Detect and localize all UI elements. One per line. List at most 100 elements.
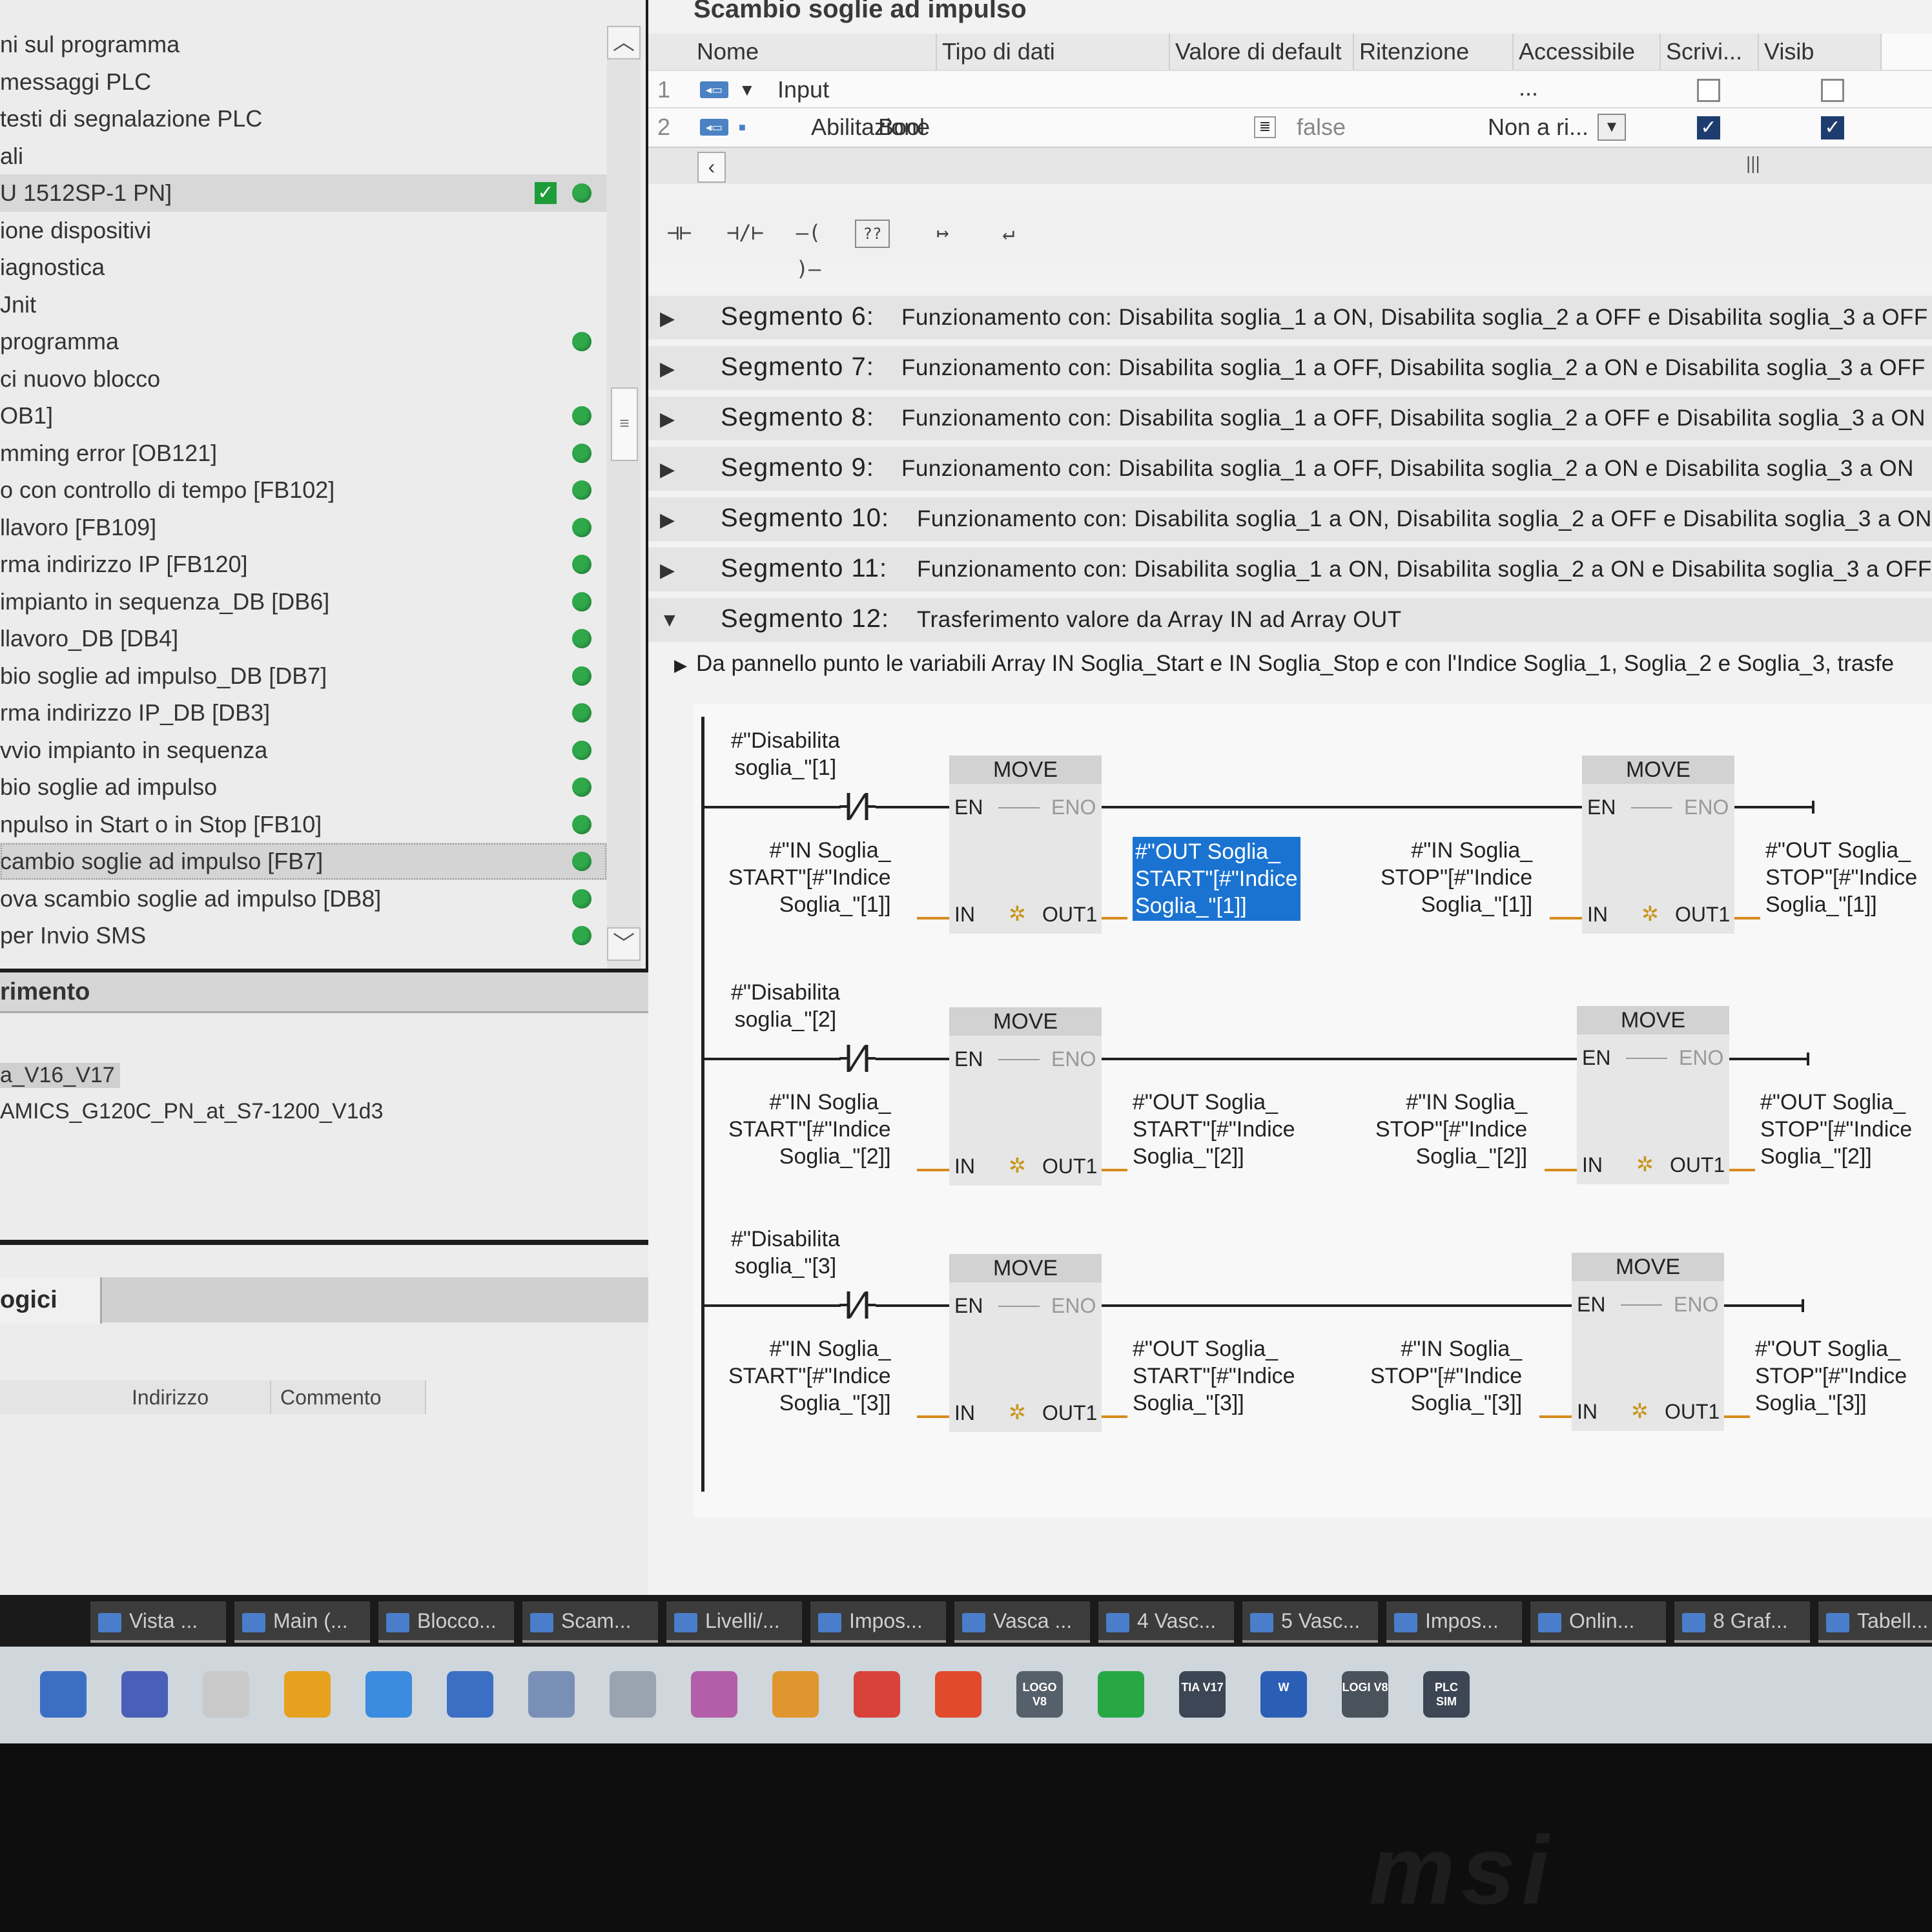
scroll-down-arrow-icon[interactable]: ﹀ <box>607 927 641 961</box>
dropdown-arrow-icon[interactable]: ▼ <box>1598 114 1626 141</box>
interface-horizontal-scrollbar[interactable]: ‹ ||| <box>648 147 1932 184</box>
normally-closed-contact-icon[interactable] <box>839 1289 876 1321</box>
parameter-retention[interactable]: Non a ri... <box>1488 108 1588 146</box>
tree-item[interactable]: messaggi PLC <box>0 63 607 101</box>
out-operand-selected[interactable]: #"OUT Soglia_ START"[#"Indice Soglia_"[1… <box>1133 837 1300 921</box>
out-operand[interactable]: #"OUT Soglia_ STOP"[#"Indice Soglia_"[2]… <box>1760 1089 1912 1170</box>
tree-item[interactable]: rma indirizzo IP [FB120] <box>0 546 607 583</box>
column-header[interactable]: Accessibile ... <box>1514 34 1661 101</box>
segment-header[interactable]: ▶ Segmento 9: Funzionamento con: Disabilit… <box>648 447 1932 497</box>
tree-item[interactable]: o con controllo di tempo [FB102] <box>0 471 607 509</box>
expand-arrow-icon[interactable]: ▶ <box>660 408 675 431</box>
logo-v8-icon[interactable]: LOGO V8 <box>1016 1671 1063 1718</box>
column-header-name[interactable] <box>0 1381 124 1414</box>
in-operand[interactable]: #"IN Soglia_ START"[#"Indice Soglia_"[1]… <box>728 837 891 918</box>
taskbar-item[interactable]: 5 Vasc... <box>1242 1601 1378 1643</box>
logo-v8b-icon[interactable]: LOGI V8 <box>1342 1671 1388 1718</box>
open-branch-icon[interactable]: ↦ <box>918 214 967 251</box>
parameter-name[interactable]: Input <box>777 71 829 108</box>
tree-item[interactable]: llavoro [FB109] <box>0 509 607 546</box>
tree-item[interactable]: OB1] <box>0 397 607 435</box>
out-operand[interactable]: #"OUT Soglia_ START"[#"Indice Soglia_"[3… <box>1133 1335 1295 1417</box>
tree-item[interactable]: bio soglie ad impulso <box>0 768 607 806</box>
scroll-left-arrow-icon[interactable]: ‹ <box>697 152 726 183</box>
segment-header[interactable]: ▶ Segmento 8: Funzionamento con: Disabilit… <box>648 396 1932 447</box>
contact-operand[interactable]: #"Disabilita soglia_"[1] <box>731 727 840 781</box>
tree-item[interactable]: Jnit <box>0 286 607 324</box>
normally-open-contact-icon[interactable]: ⊣⊢ <box>655 214 704 251</box>
tree-item[interactable]: bio soglie ad impulso_DB [DB7] <box>0 657 607 695</box>
segment-title[interactable]: Funzionamento con: Disabilita soglia_1 a… <box>901 456 1914 482</box>
tree-scrollbar[interactable]: ︿ ≡ ﹀ <box>607 26 641 969</box>
in-operand[interactable]: #"IN Soglia_ STOP"[#"Indice Soglia_"[2]] <box>1375 1089 1527 1170</box>
tree-item[interactable]: cambio soglie ad impulso [FB7] <box>0 843 607 880</box>
taskbar-item[interactable]: Impos... <box>810 1601 946 1643</box>
taskbar-item[interactable]: 4 Vasc... <box>1098 1601 1234 1643</box>
segment-title[interactable]: Funzionamento con: Disabilita soglia_1 a… <box>901 406 1926 431</box>
tool-icon[interactable] <box>772 1671 819 1718</box>
writable-checkbox[interactable] <box>1821 79 1844 102</box>
tree-item[interactable]: programma <box>0 323 607 360</box>
taskbar-item[interactable]: Tabell... <box>1818 1601 1932 1643</box>
tree-item[interactable]: ione dispositivi <box>0 212 607 249</box>
normally-closed-contact-icon[interactable]: ⊣/⊢ <box>721 214 770 251</box>
in-operand[interactable]: #"IN Soglia_ START"[#"Indice Soglia_"[2]… <box>728 1089 891 1170</box>
expand-arrow-icon[interactable]: ▶ <box>674 655 687 675</box>
tree-item[interactable]: vvio impianto in sequenza <box>0 732 607 769</box>
accessible-checkbox[interactable]: ✓ <box>1697 116 1720 139</box>
move-block[interactable]: MOVE EN ENO IN ✲ OUT1 <box>949 755 1102 934</box>
tree-item[interactable]: rma indirizzo IP_DB [DB3] <box>0 694 607 732</box>
chart-icon[interactable] <box>203 1671 249 1718</box>
taskbar-item[interactable]: Main (... <box>234 1601 370 1643</box>
tree-item[interactable]: iagnostica <box>0 249 607 286</box>
expand-arrow-icon[interactable]: ▶ <box>660 559 675 582</box>
out-operand[interactable]: #"OUT Soglia_ START"[#"Indice Soglia_"[2… <box>1133 1089 1295 1170</box>
app-icon[interactable] <box>365 1671 412 1718</box>
move-block[interactable]: MOVE EN ENO IN ✲ OUT1 <box>1577 1006 1729 1184</box>
column-header-comment[interactable]: Commento <box>271 1381 426 1414</box>
segment-header[interactable]: ▼ Segmento 12: Trasferimento valore da Arr… <box>648 598 1932 648</box>
in-operand[interactable]: #"IN Soglia_ START"[#"Indice Soglia_"[3]… <box>728 1335 891 1417</box>
column-header[interactable]: Ritenzione <box>1354 34 1514 70</box>
tree-item[interactable]: mming error [OB121] <box>0 435 607 472</box>
column-header[interactable]: Valore di default <box>1170 34 1354 70</box>
coil-icon[interactable]: –( )– <box>784 214 833 281</box>
tree-item[interactable]: npulso in Start o in Stop [FB10] <box>0 806 607 843</box>
tree-item[interactable]: per Invio SMS <box>0 917 607 954</box>
move-block[interactable]: MOVE EN ENO IN ✲ OUT1 <box>949 1007 1102 1186</box>
segment-comment[interactable]: ▶ Da pannello punto le variabili Array IN… <box>674 651 1894 677</box>
taskbar-item[interactable]: Impos... <box>1386 1601 1522 1643</box>
parameter-default[interactable]: false <box>1297 108 1346 146</box>
normally-closed-contact-icon[interactable] <box>839 790 876 823</box>
teams-icon[interactable] <box>121 1671 168 1718</box>
column-header[interactable]: Scrivi... <box>1661 34 1759 70</box>
taskbar-item[interactable]: Vista ... <box>90 1601 226 1643</box>
segment-title[interactable]: Funzionamento con: Disabilita soglia_1 a… <box>917 557 1932 582</box>
writable-checkbox[interactable]: ✓ <box>1821 116 1844 139</box>
contact-operand[interactable]: #"Disabilita soglia_"[2] <box>731 979 840 1033</box>
word-icon[interactable]: W <box>1260 1671 1307 1718</box>
default-value-picker-icon[interactable]: ≣ <box>1254 116 1276 138</box>
filezilla-icon[interactable] <box>935 1671 981 1718</box>
segment-title[interactable]: Funzionamento con: Disabilita soglia_1 a… <box>901 305 1928 331</box>
move-block[interactable]: MOVE EN ENO IN ✲ OUT1 <box>1572 1253 1724 1431</box>
column-header-address[interactable]: Indirizzo <box>123 1381 271 1414</box>
interface-row[interactable]: 1 ◂▭ ▼ Input <box>648 70 1932 108</box>
normally-closed-contact-icon[interactable] <box>839 1042 876 1074</box>
empty-box-icon[interactable]: ?? <box>855 220 890 248</box>
scroll-thumb-grip-icon[interactable]: ||| <box>1746 153 1760 174</box>
move-block[interactable]: MOVE EN ENO IN ✲ OUT1 <box>1582 755 1734 934</box>
segment-title[interactable]: Trasferimento valore da Array IN ad Arra… <box>917 607 1402 633</box>
in-operand[interactable]: #"IN Soglia_ STOP"[#"Indice Soglia_"[3]] <box>1370 1335 1522 1417</box>
segment-title[interactable]: Funzionamento con: Disabilita soglia_1 a… <box>901 355 1926 381</box>
collapse-arrow-icon[interactable]: ▼ <box>739 71 755 108</box>
interface-row[interactable]: 2 ◂▭ ■ Abilitazione Bool ≣ false Non a ri... ▼ ✓ ✓ <box>648 107 1932 146</box>
out-operand[interactable]: #"OUT Soglia_ STOP"[#"Indice Soglia_"[1]… <box>1765 837 1917 918</box>
parameter-type[interactable]: Bool <box>878 108 925 146</box>
tab-tags[interactable]: ogici <box>0 1277 102 1324</box>
column-header[interactable]: Tipo di dati <box>937 34 1170 70</box>
folder-icon[interactable] <box>528 1671 575 1718</box>
calculator-icon[interactable] <box>447 1671 493 1718</box>
segment-header[interactable]: ▶ Segmento 7: Funzionamento con: Disabilit… <box>648 346 1932 396</box>
tree-item[interactable]: U 1512SP-1 PN] ✓ <box>0 174 607 212</box>
